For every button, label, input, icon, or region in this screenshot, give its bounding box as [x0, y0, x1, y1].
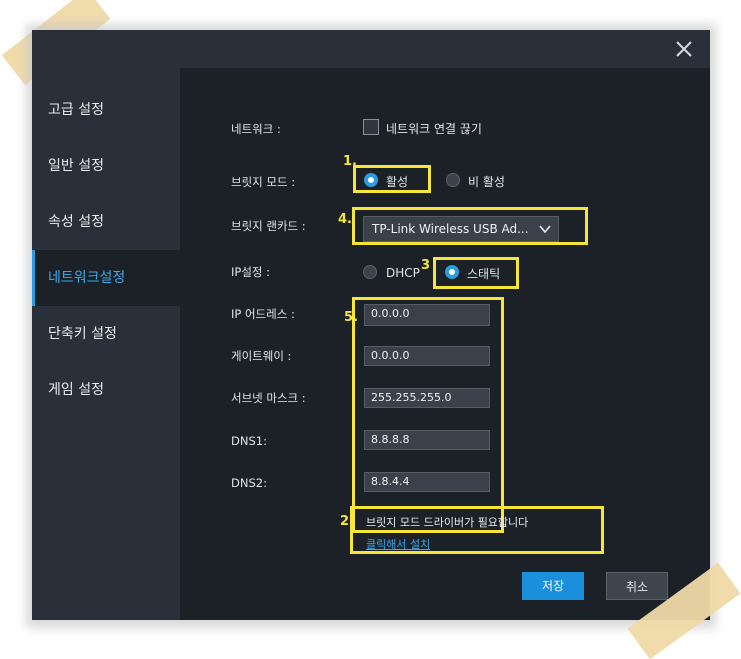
network-settings-dialog: 고급 설정 일반 설정 속성 설정 네트워크설정 단축키 설정 게임 설정 네트…: [32, 30, 710, 620]
dns2-input[interactable]: 8.8.4.4: [364, 472, 490, 492]
sidebar-item-game[interactable]: 게임 설정: [32, 362, 180, 418]
annotation-number-1: 1.: [343, 154, 357, 169]
sidebar-item-shortcuts[interactable]: 단축키 설정: [32, 306, 180, 362]
dhcp-label: DHCP: [386, 266, 420, 280]
bridge-lan-card-value: TP-Link Wireless USB Ad...: [372, 222, 529, 236]
ip-address-input[interactable]: 0.0.0.0: [364, 304, 490, 326]
close-icon[interactable]: [672, 37, 696, 61]
annotation-number-5: 5.: [344, 310, 358, 325]
bridge-mode-on-label: 활성: [386, 175, 409, 189]
bridge-lan-card-label: 브릿지 랜카드 :: [231, 219, 306, 233]
bridge-mode-off-radio[interactable]: [446, 173, 460, 187]
settings-sidebar: 고급 설정 일반 설정 속성 설정 네트워크설정 단축키 설정 게임 설정: [32, 68, 180, 620]
save-button[interactable]: 저장: [522, 572, 584, 600]
bridge-driver-notice: 브릿지 모드 드라이버가 필요합니다: [366, 516, 529, 529]
static-ip-label: 스태틱: [467, 267, 501, 281]
chevron-down-icon: [539, 225, 551, 234]
ip-address-label: IP 어드레스 :: [231, 307, 295, 321]
dns2-label: DNS2:: [231, 476, 267, 490]
network-label: 네트워크 :: [231, 122, 281, 136]
disconnect-network-checkbox[interactable]: [363, 119, 379, 135]
subnet-mask-label: 서브넷 마스크 :: [231, 391, 306, 405]
annotation-number-2: 2: [340, 514, 350, 529]
dns1-input[interactable]: 8.8.8.8: [364, 430, 490, 450]
sidebar-item-general[interactable]: 일반 설정: [32, 138, 180, 194]
subnet-mask-input[interactable]: 255.255.255.0: [364, 388, 490, 408]
sidebar-item-properties[interactable]: 속성 설정: [32, 194, 180, 250]
cancel-button[interactable]: 취소: [606, 572, 668, 600]
annotation-number-4: 4.: [338, 212, 352, 227]
title-bar: [32, 30, 710, 68]
bridge-lan-card-select[interactable]: TP-Link Wireless USB Ad...: [363, 216, 559, 242]
dhcp-radio[interactable]: [363, 265, 377, 279]
annotation-number-3: 3: [421, 258, 431, 273]
bridge-mode-label: 브릿지 모드 :: [231, 175, 296, 189]
gateway-input[interactable]: 0.0.0.0: [364, 346, 490, 366]
highlight-box-5: [352, 297, 504, 533]
sidebar-item-network[interactable]: 네트워크설정: [32, 250, 180, 306]
static-ip-radio[interactable]: [445, 265, 459, 279]
disconnect-network-label: 네트워크 연결 끊기: [386, 122, 482, 136]
ip-setting-label: IP설정 :: [231, 265, 271, 279]
bridge-mode-on-radio[interactable]: [364, 173, 378, 187]
install-driver-link[interactable]: 클릭해서 설치: [366, 536, 430, 552]
bridge-mode-off-label: 비 활성: [468, 175, 505, 189]
gateway-label: 게이트웨이 :: [231, 349, 292, 363]
network-settings-panel: 네트워크 : 네트워크 연결 끊기 1. 브릿지 모드 : 활성 비 활성 4.…: [180, 68, 710, 620]
dns1-label: DNS1:: [231, 434, 267, 448]
sidebar-item-advanced[interactable]: 고급 설정: [32, 82, 180, 138]
